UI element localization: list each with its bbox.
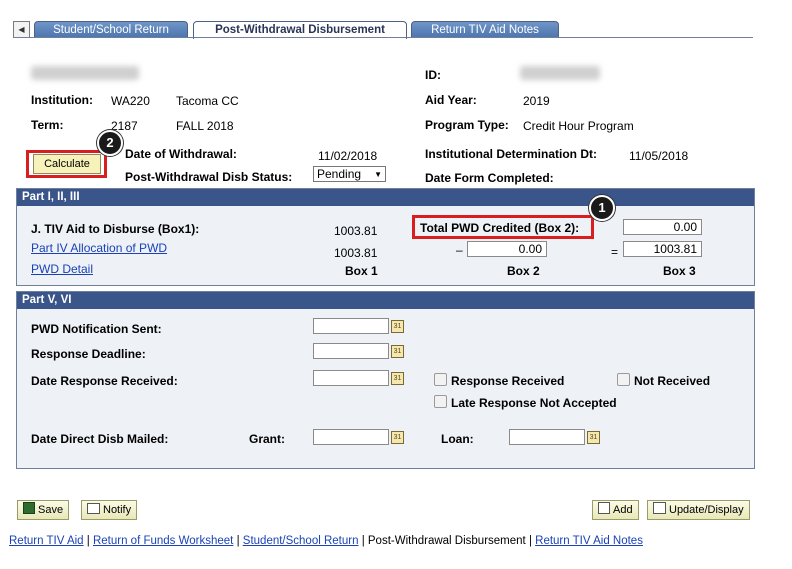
pwd-notification-date-input[interactable] [313,318,389,334]
box2-label: Box 2 [507,264,540,278]
calendar-icon[interactable]: 31 [587,431,600,444]
tab-label: Return TIV Aid Notes [431,24,539,36]
add-button[interactable]: Add [592,500,639,520]
tab-label: Post-Withdrawal Disbursement [215,24,385,36]
student-id-redacted [520,66,600,80]
response-received-checkbox[interactable] [434,373,447,386]
not-received-label: Not Received [634,374,711,388]
footer-separator: | [358,535,368,547]
id-label: ID: [425,68,441,82]
tiv-aid-value: 1003.81 [334,224,378,238]
pwd-notification-label: PWD Notification Sent: [31,322,162,336]
total-pwd-input[interactable] [623,219,702,235]
chevron-down-icon: ▼ [374,170,382,179]
equals-sign: = [611,245,619,259]
disb-status-value: Pending [317,167,362,181]
tab-divider [13,37,753,38]
update-display-button[interactable]: Update/Display [647,500,750,520]
tab-scroll-left-icon[interactable]: ◀ [13,21,30,38]
institution-label: Institution: [31,93,93,107]
date-response-received-label: Date Response Received: [31,374,178,388]
date-form-completed-label: Date Form Completed: [425,171,554,185]
institutional-determination-label: Institutional Determination Dt: [425,147,597,161]
tab-student-school-return[interactable]: Student/School Return [34,21,188,38]
response-deadline-date-input[interactable] [313,343,389,359]
calendar-icon[interactable]: 31 [391,431,404,444]
disb-status-label: Post-Withdrawal Disb Status: [125,170,293,184]
late-response-label: Late Response Not Accepted [451,396,617,410]
calendar-icon[interactable]: 31 [391,320,404,333]
notify-icon [87,503,100,514]
footer-link-student-school-return[interactable]: Student/School Return [243,535,359,547]
box3-input[interactable] [623,241,702,257]
loan-label: Loan: [441,432,474,446]
term-name: FALL 2018 [176,119,234,133]
footer-links: Return TIV Aid | Return of Funds Workshe… [9,535,643,547]
tiv-aid-label: J. TIV Aid to Disburse (Box1): [31,222,200,236]
notify-button[interactable]: Notify [81,500,138,520]
calendar-icon[interactable]: 31 [391,372,404,385]
callout-1-badge: 1 [589,195,615,221]
part-1-3-section: Part I, II, III [16,188,755,286]
tab-label: Student/School Return [53,24,169,36]
pwd-detail-link[interactable]: PWD Detail [31,262,93,276]
box3-label: Box 3 [663,264,696,278]
save-button[interactable]: Save [17,500,70,520]
aid-year-label: Aid Year: [425,93,477,107]
institution-name: Tacoma CC [176,94,239,108]
institutional-determination-value: 11/05/2018 [629,149,689,163]
program-type-value: Credit Hour Program [523,119,634,133]
footer-current-page: Post-Withdrawal Disbursement [367,535,526,547]
save-label: Save [38,504,64,516]
not-received-checkbox[interactable] [617,373,630,386]
term-label: Term: [31,118,64,132]
calendar-icon[interactable]: 31 [391,345,404,358]
grant-label: Grant: [249,432,285,446]
box1-label: Box 1 [345,264,378,278]
add-icon [598,502,610,514]
allocation-of-pwd-value: 1003.81 [334,246,378,260]
tab-return-tiv-aid-notes[interactable]: Return TIV Aid Notes [411,21,559,38]
student-name-redacted [31,66,139,80]
add-label: Add [613,504,633,516]
minus-sign: – [456,243,463,257]
footer-link-return-tiv-aid-notes[interactable]: Return TIV Aid Notes [535,535,643,547]
save-icon [23,502,35,514]
calculate-button[interactable]: Calculate [33,154,101,174]
footer-separator: | [525,535,536,547]
part-1-3-title: Part I, II, III [17,189,754,206]
date-of-withdrawal-label: Date of Withdrawal: [125,147,237,161]
aid-year-value: 2019 [523,94,550,108]
callout-2-badge: 2 [97,130,123,156]
response-received-label: Response Received [451,374,565,388]
date-response-received-input[interactable] [313,370,389,386]
direct-disb-mailed-label: Date Direct Disb Mailed: [31,432,169,446]
footer-link-return-of-funds-worksheet[interactable]: Return of Funds Worksheet [93,535,233,547]
date-of-withdrawal-value: 11/02/2018 [318,149,378,163]
response-deadline-label: Response Deadline: [31,347,146,361]
late-response-checkbox[interactable] [434,395,447,408]
footer-separator: | [233,535,243,547]
update-icon [653,502,666,514]
total-pwd-label: Total PWD Credited (Box 2): [420,221,580,235]
grant-date-input[interactable] [313,429,389,445]
program-type-label: Program Type: [425,118,509,132]
disb-status-select[interactable]: Pending ▼ [313,166,386,182]
loan-date-input[interactable] [509,429,585,445]
footer-link-return-tiv-aid[interactable]: Return TIV Aid [9,535,84,547]
update-display-label: Update/Display [669,504,744,516]
institution-code: WA220 [111,94,150,108]
part-5-6-title: Part V, VI [17,292,754,309]
allocation-of-pwd-link[interactable]: Part IV Allocation of PWD [31,241,167,255]
footer-separator: | [83,535,93,547]
notify-label: Notify [103,504,132,516]
box2-input[interactable] [467,241,547,257]
